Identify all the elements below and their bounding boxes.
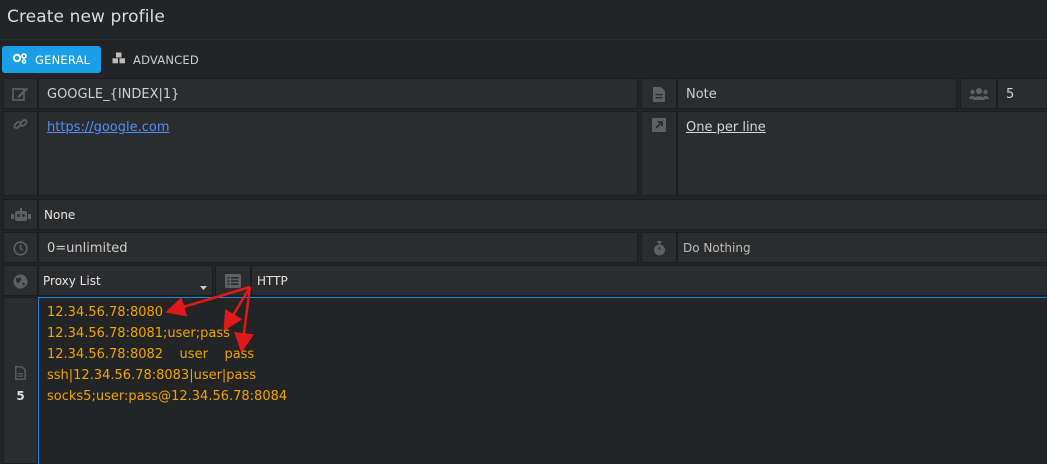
line-count-gutter: 5 (3, 297, 38, 464)
title-bar: Create new profile (0, 0, 1047, 40)
clock-icon (13, 241, 28, 260)
clock-icon-cell (3, 232, 38, 263)
fingerprint-select[interactable]: None (38, 199, 1047, 230)
after-action-value: Do Nothing (683, 241, 751, 255)
note-lines-hint: One per line (686, 120, 766, 135)
edit-icon (12, 86, 29, 106)
limit-field[interactable]: 0=unlimited (38, 232, 638, 263)
document-icon (653, 87, 665, 106)
after-action-select[interactable]: Do Nothing (677, 232, 1047, 263)
caret-down-icon (200, 279, 207, 294)
proxy-line: 12.34.56.78:8081;user;pass (47, 326, 230, 341)
url-field[interactable]: https://google.com (38, 111, 638, 196)
cubes-icon (112, 52, 133, 67)
proxy-line: 12.34.56.78:8082 user pass (47, 347, 255, 362)
proxy-source-value: Proxy List (43, 274, 101, 288)
proxy-list-textarea[interactable]: 12.34.56.78:8080 12.34.56.78:8081;user;p… (38, 297, 1047, 464)
tab-general[interactable]: GENERAL (2, 46, 101, 73)
proxy-line: socks5;user:pass@12.34.56.78:8084 (47, 389, 288, 404)
url-link[interactable]: https://google.com (47, 120, 170, 135)
proxy-line-count: 5 (16, 388, 25, 403)
globe-icon-cell (3, 265, 38, 296)
proxy-line: 12.34.56.78:8080 (47, 305, 164, 320)
window-title: Create new profile (7, 7, 165, 27)
note-lines-field[interactable]: One per line (677, 111, 1047, 196)
proxy-type-value: HTTP (257, 274, 288, 288)
link-icon-cell (3, 111, 38, 196)
profile-name-field[interactable]: GOOGLE_{INDEX|1} (38, 78, 638, 109)
users-icon (968, 88, 989, 104)
robot-icon-cell (3, 199, 38, 230)
link-icon (13, 117, 28, 136)
limit-value: 0=unlimited (47, 241, 128, 256)
proxy-type-select[interactable]: HTTP (251, 265, 1047, 296)
tab-advanced-label: ADVANCED (133, 52, 199, 67)
list-icon (225, 274, 241, 292)
edit-icon-cell (3, 78, 38, 109)
note-icon-cell (641, 78, 677, 109)
profile-count-field[interactable]: 5 (997, 78, 1047, 109)
gears-icon (12, 52, 35, 67)
list-icon-cell (215, 265, 251, 296)
globe-icon (13, 274, 28, 293)
robot-icon (10, 208, 31, 226)
note-placeholder: Note (686, 87, 717, 102)
external-icon-cell (641, 111, 677, 196)
note-field[interactable]: Note (677, 78, 957, 109)
fingerprint-value: None (44, 208, 76, 222)
proxy-source-select[interactable]: Proxy List (38, 265, 213, 296)
tab-bar: GENERAL ADVANCED (0, 41, 1047, 77)
proxy-line: ssh|12.34.56.78:8083|user|pass (47, 368, 257, 383)
profile-name-value: GOOGLE_{INDEX|1} (47, 87, 180, 102)
stopwatch-icon (653, 241, 666, 260)
external-link-icon (652, 118, 666, 136)
stopwatch-icon-cell (641, 232, 677, 263)
tab-advanced[interactable]: ADVANCED (112, 46, 199, 73)
profile-count-value: 5 (1006, 87, 1015, 102)
users-icon-cell (960, 78, 997, 109)
tab-general-label: GENERAL (35, 52, 91, 67)
file-icon (15, 365, 26, 384)
